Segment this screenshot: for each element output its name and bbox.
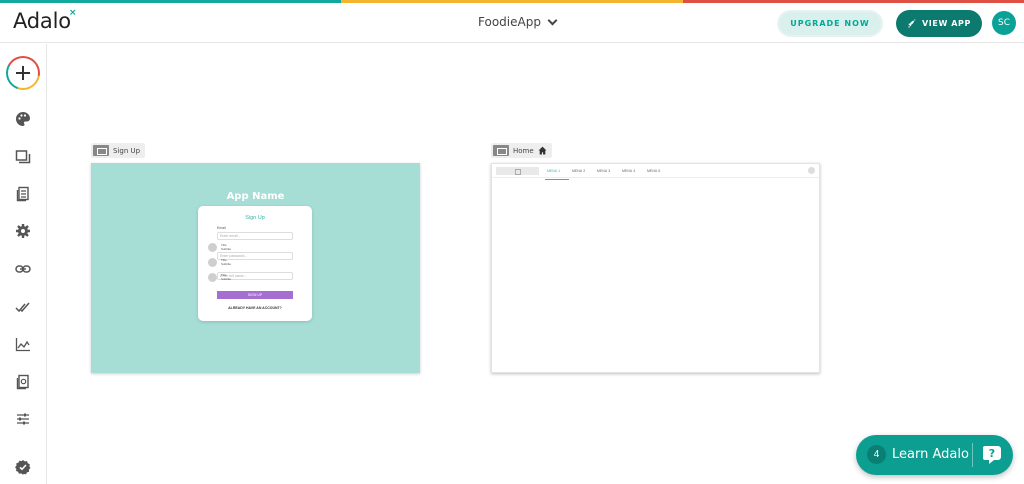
device-icon [93, 145, 109, 156]
login-link[interactable]: ALREADY HAVE AN ACCOUNT? [198, 306, 312, 310]
analytics-icon[interactable] [13, 334, 33, 354]
screen-label-home[interactable]: Home [491, 143, 552, 158]
svg-text:?: ? [989, 447, 995, 460]
screen-label-sign-up[interactable]: Sign Up [91, 143, 146, 158]
list-avatar [208, 258, 217, 267]
email-field[interactable]: Enter email... [217, 232, 293, 240]
circle-subtitle: Subtitle [221, 262, 232, 266]
sliders-icon[interactable] [13, 409, 33, 429]
palette-icon[interactable] [13, 109, 33, 129]
menu-item[interactable]: MENU 5 [647, 169, 660, 173]
link-icon[interactable] [13, 259, 33, 279]
menu-item[interactable]: MENU 4 [622, 169, 635, 173]
screen-name: Home [513, 146, 534, 155]
password-field[interactable]: Enter password... [217, 252, 293, 260]
publish-check-icon[interactable] [13, 297, 33, 317]
screen-name: Sign Up [113, 146, 141, 155]
device-icon [493, 145, 509, 156]
learn-count-badge: 4 [867, 445, 886, 464]
top-bar: Adalo × FoodieApp UPGRADE NOW VIEW APP S… [0, 3, 1024, 43]
verified-icon[interactable] [13, 457, 33, 477]
sign-up-screen[interactable]: App Name Sign Up Email Enter email... Ti… [91, 163, 420, 373]
home-screen[interactable]: MENU 1 MENU 2 MENU 3 MENU 4 MENU 5 [491, 163, 820, 373]
form-title: Sign Up [245, 215, 265, 221]
chevron-down-icon [547, 15, 558, 25]
profile-icon[interactable] [808, 167, 815, 174]
circle-subtitle: Subtitle [221, 277, 232, 281]
menu-item[interactable]: MENU 2 [572, 169, 585, 173]
sign-up-button[interactable]: SIGN UP [217, 291, 293, 299]
add-icon[interactable] [6, 56, 40, 90]
help-chat-icon: ? [983, 446, 1001, 464]
view-app-label: VIEW APP [922, 19, 971, 28]
list-avatar [208, 273, 217, 282]
upgrade-button[interactable]: UPGRADE NOW [777, 10, 883, 37]
active-menu-indicator [545, 179, 569, 180]
view-app-button[interactable]: VIEW APP [896, 10, 982, 37]
templates-icon[interactable] [13, 372, 33, 392]
home-icon [538, 146, 547, 155]
app-bar: MENU 1 MENU 2 MENU 3 MENU 4 MENU 5 [492, 164, 819, 178]
learn-adalo-label: Learn Adalo [892, 447, 969, 462]
circle-subtitle: Subtitle [221, 247, 232, 251]
menu-item[interactable]: MENU 1 [547, 169, 560, 173]
list-avatar [208, 243, 217, 252]
divider [972, 443, 973, 467]
database-icon[interactable] [13, 184, 33, 204]
avatar[interactable]: SC [992, 11, 1016, 35]
image-placeholder-icon [496, 167, 539, 175]
sign-up-form-card[interactable]: Sign Up Email Enter email... Title Subti… [198, 206, 312, 321]
email-field-label: Email [217, 226, 226, 230]
app-switcher[interactable]: FoodieApp [478, 15, 558, 29]
app-name-heading: App Name [226, 191, 285, 202]
settings-icon[interactable] [13, 221, 33, 241]
sidebar [0, 44, 47, 484]
adalo-logo[interactable]: Adalo [13, 9, 71, 33]
app-name-label: FoodieApp [478, 15, 541, 29]
rocket-icon [908, 18, 916, 28]
screens-icon[interactable] [13, 147, 33, 167]
menu-item[interactable]: MENU 3 [597, 169, 610, 173]
logo-mark: × [69, 8, 77, 18]
learn-adalo-button[interactable]: 4 Learn Adalo ? [856, 435, 1013, 475]
